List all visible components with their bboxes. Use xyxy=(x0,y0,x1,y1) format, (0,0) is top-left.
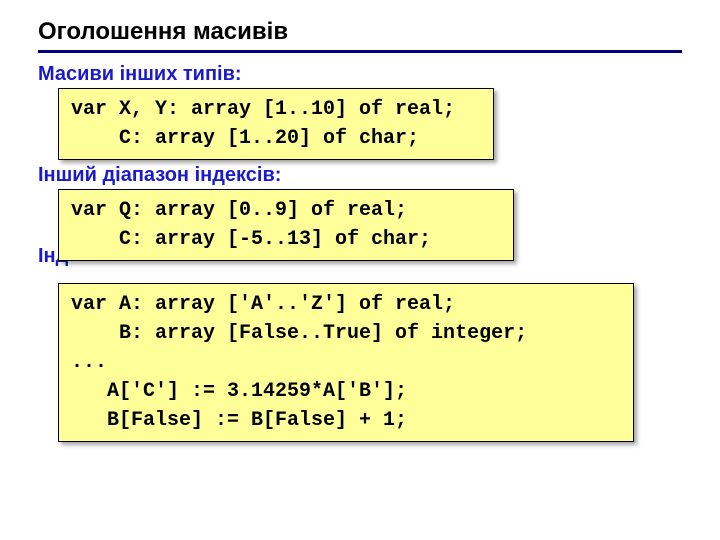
subhead-other-range: Інший діапазон індексів: xyxy=(38,164,682,187)
code-block-1: var X, Y: array [1..10] of real; C: arra… xyxy=(58,88,494,160)
title-rule xyxy=(38,50,682,53)
code-block-2: var Q: array [0..9] of real; C: array [-… xyxy=(58,189,514,261)
subhead-other-types: Масиви інших типів: xyxy=(38,63,682,86)
slide: Оголошення масивів Масиви інших типів: v… xyxy=(0,0,720,442)
row-2: var Q: array [0..9] of real; C: array [-… xyxy=(38,189,682,261)
code-block-3: var A: array ['A'..'Z'] of real; B: arra… xyxy=(58,283,634,442)
page-title: Оголошення масивів xyxy=(38,18,682,46)
